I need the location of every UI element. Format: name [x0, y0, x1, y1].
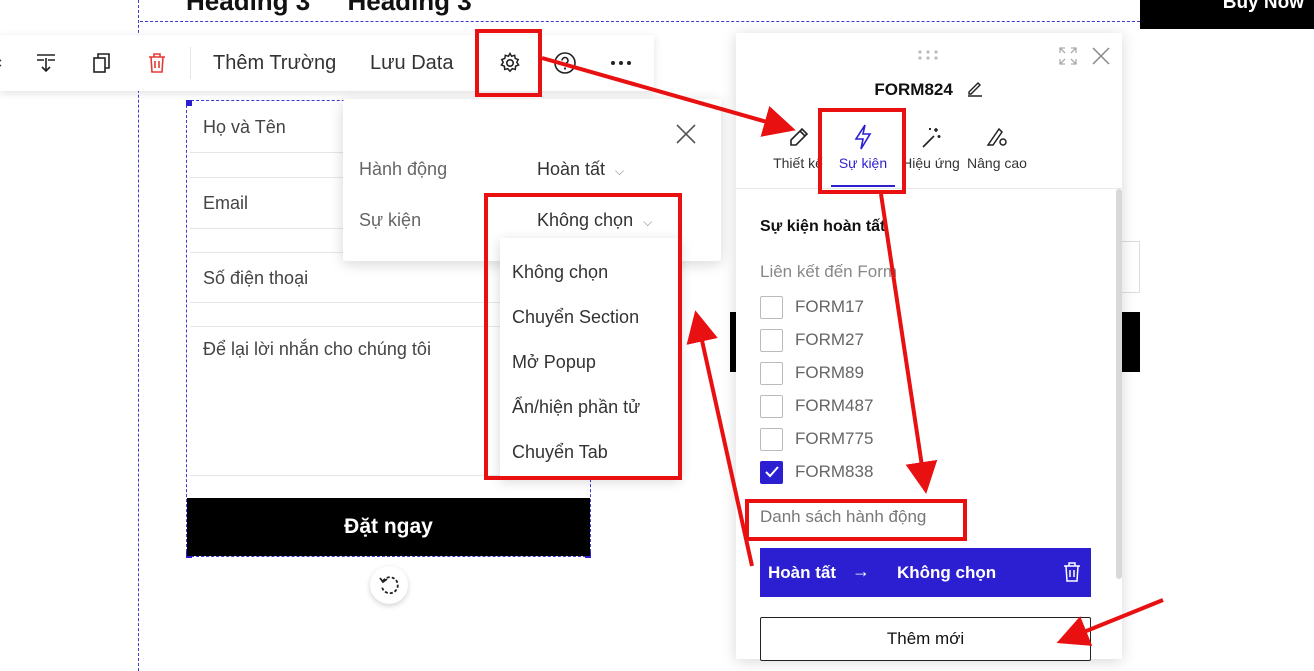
- annotation-arrows: [541, 56, 1164, 646]
